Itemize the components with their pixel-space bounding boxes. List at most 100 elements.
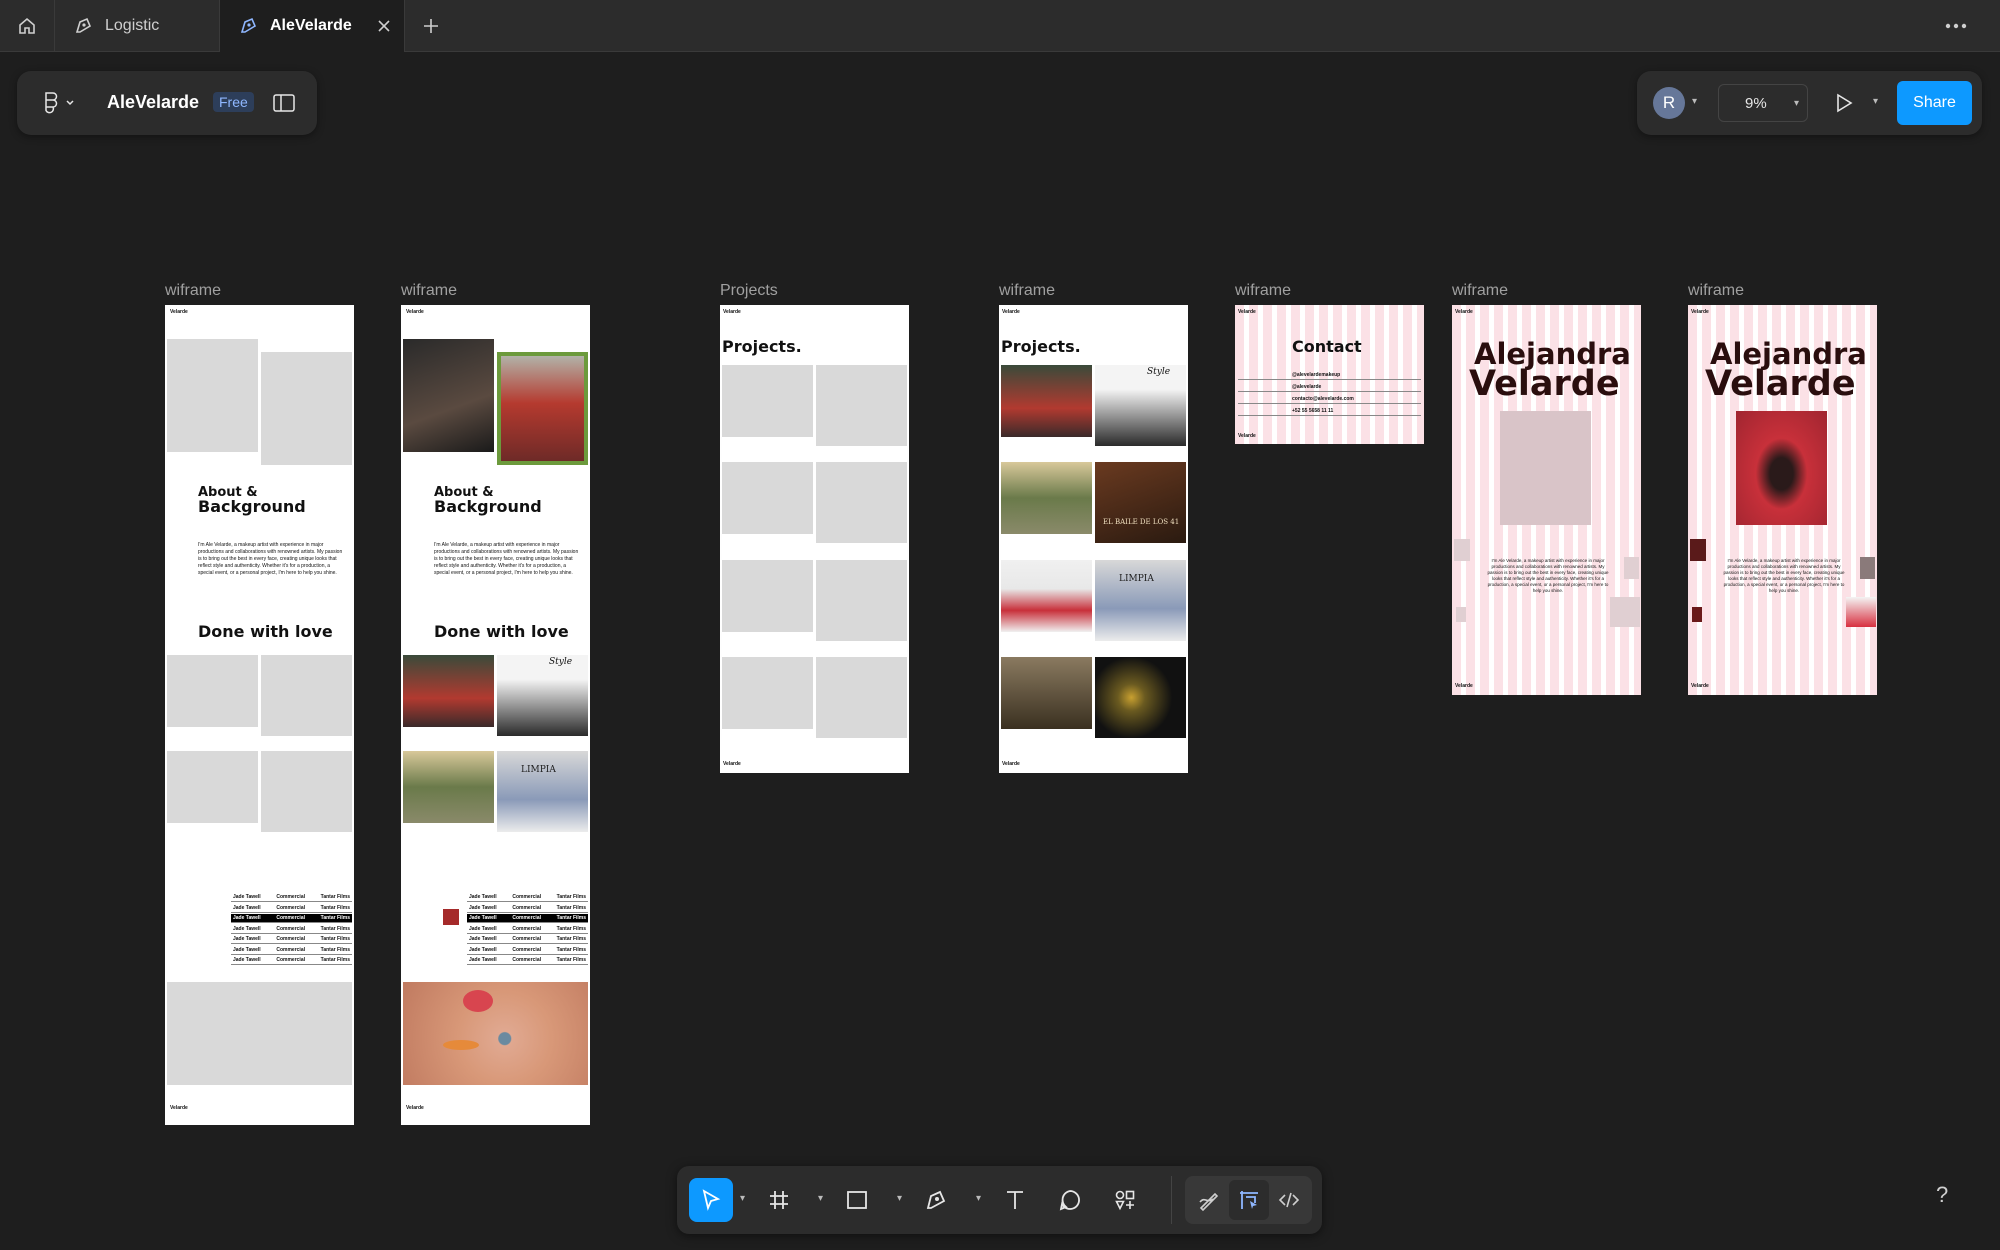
zoom-dropdown[interactable]: 9% ▾ xyxy=(1718,84,1808,122)
tab-alevelarde[interactable]: AleVelarde xyxy=(220,0,405,52)
components-icon xyxy=(1115,1190,1135,1211)
image-placeholder xyxy=(722,560,813,632)
project-poster: LIMPIA xyxy=(497,751,588,832)
table-row: Jade Tawell Commercial Tantar Films xyxy=(467,947,588,955)
tab-bar: Logistic AleVelarde xyxy=(0,0,2000,52)
tab-label: Logistic xyxy=(105,17,160,34)
file-name[interactable]: AleVelarde xyxy=(107,92,199,113)
logo: Velarde xyxy=(1238,309,1256,315)
right-toolbar: R ▾ 9% ▾ ▾ Share xyxy=(1637,71,1982,135)
logo: Velarde xyxy=(1691,309,1709,315)
about-title-2: Background xyxy=(434,497,542,516)
frame-label[interactable]: wiframe xyxy=(999,282,1055,300)
project-poster: EL BAILE DE LOS 41 xyxy=(1095,462,1186,543)
frame-projects-design[interactable]: Velarde Projects. Style EL BAILE DE LOS … xyxy=(999,305,1188,773)
figma-menu-icon[interactable] xyxy=(39,91,77,120)
contact-title: Contact xyxy=(1292,337,1362,356)
logo: Velarde xyxy=(1455,309,1473,315)
design-file-icon xyxy=(240,17,257,33)
frame-contact[interactable]: Velarde Contact @alevelardemakeup @aleve… xyxy=(1235,305,1424,444)
contact-item: contacto@alevelarde.com xyxy=(1238,395,1421,404)
sidebar-toggle-icon[interactable] xyxy=(273,93,295,118)
frame-projects-wireframe[interactable]: Velarde Projects. Velarde xyxy=(720,305,909,773)
contact-item: @alevelarde xyxy=(1238,383,1421,392)
hero-photo xyxy=(1736,411,1827,525)
footer-logo: Velarde xyxy=(406,1105,424,1111)
logo: Velarde xyxy=(406,309,424,315)
home-tab[interactable] xyxy=(0,0,55,52)
frame-about-wireframe[interactable]: Velarde About & Background I'm Ale Velar… xyxy=(165,305,354,1125)
frame-label[interactable]: wiframe xyxy=(1235,282,1291,300)
project-photo xyxy=(1095,657,1186,738)
actions-button[interactable] xyxy=(1103,1178,1147,1222)
table-row: Jade Tawell Commercial Tantar Films xyxy=(467,914,588,923)
frame-tool-button[interactable] xyxy=(757,1178,801,1222)
tab-logistic[interactable]: Logistic xyxy=(55,0,220,52)
image-placeholder xyxy=(722,657,813,729)
table-row: Jade Tawell Commercial Tantar Films xyxy=(467,957,588,965)
contact-item: @alevelardemakeup xyxy=(1238,371,1421,380)
image-placeholder xyxy=(1624,557,1639,579)
text-tool-button[interactable] xyxy=(993,1178,1037,1222)
draw-icon xyxy=(1199,1192,1219,1212)
shape-tool-button[interactable] xyxy=(835,1178,879,1222)
table-row: Jade Tawell Commercial Tantar Films xyxy=(231,947,352,955)
image-placeholder xyxy=(167,655,258,727)
frame-hero-design[interactable]: Velarde Alejandra Velarde I'm Ale Velard… xyxy=(1688,305,1877,695)
image-placeholder xyxy=(722,365,813,437)
frame-hero-wireframe[interactable]: Velarde Alejandra Velarde I'm Ale Velard… xyxy=(1452,305,1641,695)
play-icon[interactable] xyxy=(1834,93,1854,118)
design-mode-button[interactable] xyxy=(1229,1180,1269,1220)
brush-photo-detail xyxy=(463,990,493,1012)
design-mode-icon xyxy=(1240,1191,1258,1209)
chevron-down-icon[interactable]: ▾ xyxy=(740,1193,745,1204)
chevron-down-icon[interactable]: ▾ xyxy=(1692,96,1697,107)
draw-mode-button[interactable] xyxy=(1189,1180,1229,1220)
image-placeholder xyxy=(261,655,352,736)
thumbnail xyxy=(1690,539,1706,561)
logo: Velarde xyxy=(1002,309,1020,315)
more-options-icon[interactable] xyxy=(1943,16,1969,41)
image-placeholder xyxy=(816,365,907,446)
avatar[interactable]: R xyxy=(1653,87,1685,119)
contact-item: +52 55 5658 11 11 xyxy=(1238,407,1421,416)
bottom-toolbar: ▾ ▾ ▾ ▾ xyxy=(677,1166,1322,1234)
footer-logo: Velarde xyxy=(723,761,741,767)
image-placeholder xyxy=(1500,411,1591,525)
about-text: I'm Ale Velarde, a makeup artist with ex… xyxy=(198,542,343,576)
help-button[interactable]: ? xyxy=(1936,1182,1948,1208)
frame-about-design[interactable]: Velarde About & Background I'm Ale Velar… xyxy=(401,305,590,1125)
home-icon xyxy=(19,17,35,34)
table-row: Jade Tawell Commercial Tantar Films xyxy=(231,914,352,923)
close-icon[interactable] xyxy=(376,18,392,34)
comment-tool-button[interactable] xyxy=(1048,1178,1092,1222)
eyeshadow-detail xyxy=(443,1040,479,1050)
frame-label[interactable]: wiframe xyxy=(165,282,221,300)
chevron-down-icon[interactable]: ▾ xyxy=(1873,96,1878,107)
table-row: Jade Tawell Commercial Tantar Films xyxy=(231,905,352,913)
chevron-down-icon[interactable]: ▾ xyxy=(897,1193,902,1204)
cursor-icon xyxy=(702,1189,721,1211)
dev-mode-button[interactable] xyxy=(1269,1180,1309,1220)
share-button[interactable]: Share xyxy=(1897,81,1972,125)
text-icon xyxy=(1007,1191,1023,1209)
frame-label[interactable]: wiframe xyxy=(1452,282,1508,300)
image-placeholder xyxy=(1454,539,1470,561)
divider xyxy=(1171,1176,1172,1224)
frame-label[interactable]: wiframe xyxy=(401,282,457,300)
move-tool-button[interactable] xyxy=(689,1178,733,1222)
design-file-icon xyxy=(75,17,92,33)
frame-label[interactable]: Projects xyxy=(720,282,778,300)
plus-icon xyxy=(424,19,438,33)
project-photo xyxy=(403,655,494,727)
chevron-down-icon[interactable]: ▾ xyxy=(976,1193,981,1204)
project-photo xyxy=(403,751,494,823)
table-row: Jade Tawell Commercial Tantar Films xyxy=(467,936,588,944)
pen-tool-button[interactable] xyxy=(914,1178,958,1222)
image-placeholder xyxy=(167,982,352,1085)
image-placeholder xyxy=(816,657,907,738)
project-photo xyxy=(1001,657,1092,729)
frame-label[interactable]: wiframe xyxy=(1688,282,1744,300)
new-tab-button[interactable] xyxy=(405,0,457,52)
chevron-down-icon[interactable]: ▾ xyxy=(818,1193,823,1204)
